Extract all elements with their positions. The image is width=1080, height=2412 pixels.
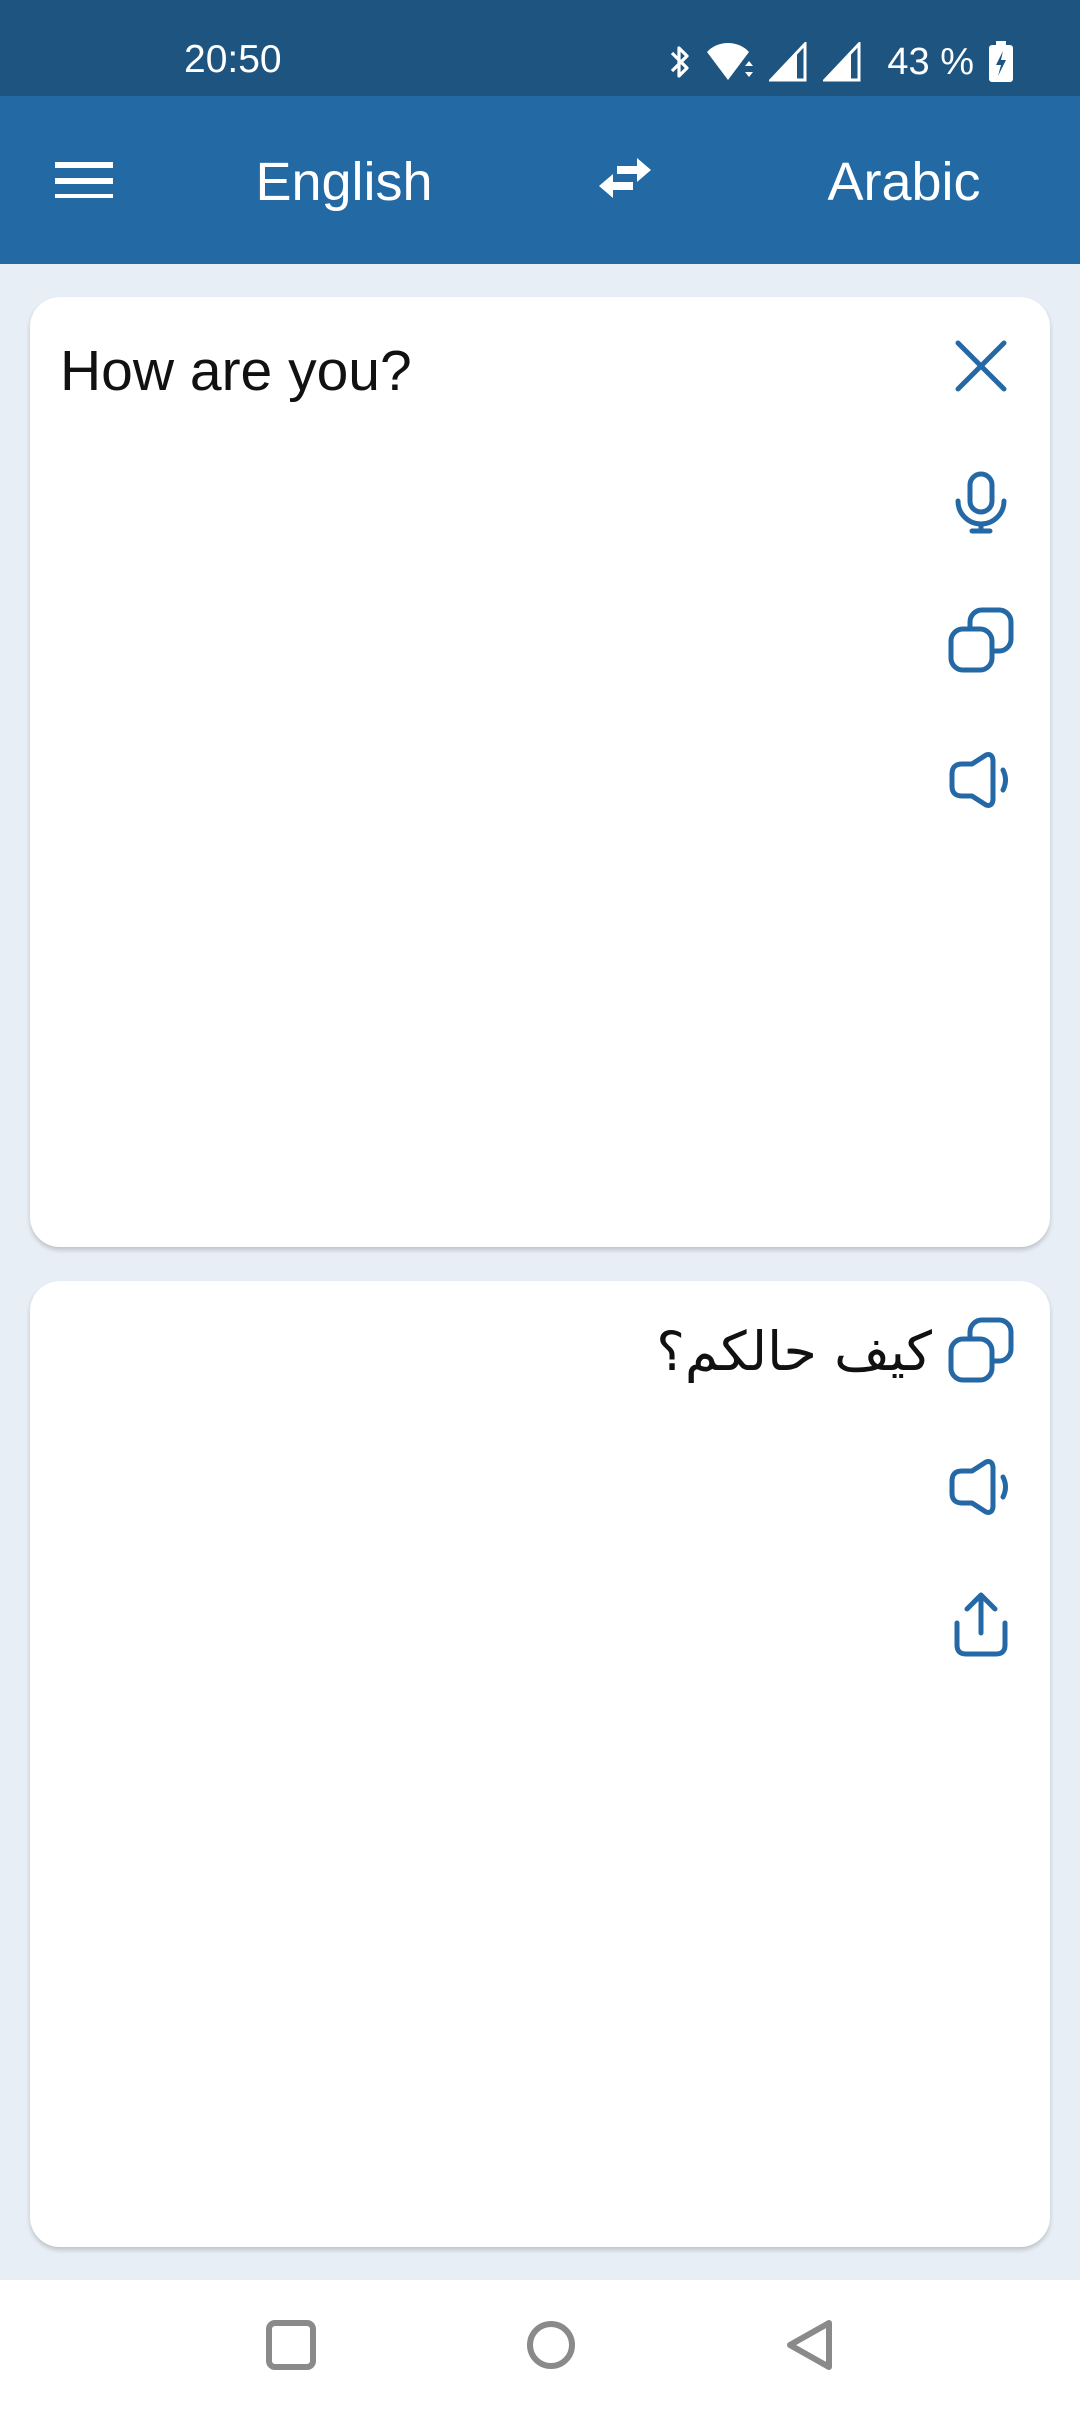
swap-languages-button[interactable] xyxy=(580,136,670,224)
voice-input-button[interactable] xyxy=(936,458,1026,548)
back-button[interactable] xyxy=(765,2302,855,2392)
recents-button[interactable] xyxy=(246,2302,336,2392)
target-language-button[interactable]: Arabic xyxy=(774,150,1034,214)
source-text-input[interactable]: How are you? xyxy=(60,337,920,405)
back-icon xyxy=(785,2319,835,2376)
swap-languages-icon xyxy=(597,156,653,205)
status-icons: 43 % xyxy=(669,40,1014,84)
clear-button[interactable] xyxy=(936,321,1026,411)
home-icon xyxy=(526,2320,576,2375)
source-text-card: How are you? xyxy=(30,297,1050,1247)
share-icon xyxy=(953,1591,1009,1659)
battery-charging-icon xyxy=(988,41,1014,83)
share-translation-button[interactable] xyxy=(936,1580,1026,1670)
recents-icon xyxy=(266,2319,316,2375)
signal-icon xyxy=(769,42,809,82)
microphone-icon xyxy=(953,471,1009,535)
translation-text: كيف حالكم؟ xyxy=(656,1320,932,1383)
speaker-icon xyxy=(948,1457,1014,1517)
copy-icon xyxy=(948,1317,1014,1383)
close-icon xyxy=(953,338,1009,394)
app-bar: English Arabic xyxy=(0,96,1080,264)
translation-card: كيف حالكم؟ xyxy=(30,1281,1050,2247)
status-time: 20:50 xyxy=(184,38,282,81)
bluetooth-icon xyxy=(669,42,691,82)
system-nav-bar xyxy=(0,2280,1080,2412)
copy-source-button[interactable] xyxy=(936,595,1026,685)
speaker-icon xyxy=(948,750,1014,810)
status-bar: 20:50 43 % xyxy=(0,0,1080,96)
hamburger-menu-icon xyxy=(55,158,113,203)
copy-translation-button[interactable] xyxy=(936,1305,1026,1395)
copy-icon xyxy=(948,607,1014,673)
signal-icon xyxy=(823,42,863,82)
speak-source-button[interactable] xyxy=(936,735,1026,825)
wifi-icon xyxy=(705,42,755,82)
home-button[interactable] xyxy=(506,2302,596,2392)
battery-percent: 43 % xyxy=(887,41,974,83)
menu-button[interactable] xyxy=(40,136,128,224)
speak-translation-button[interactable] xyxy=(936,1442,1026,1532)
source-language-button[interactable]: English xyxy=(214,150,474,214)
